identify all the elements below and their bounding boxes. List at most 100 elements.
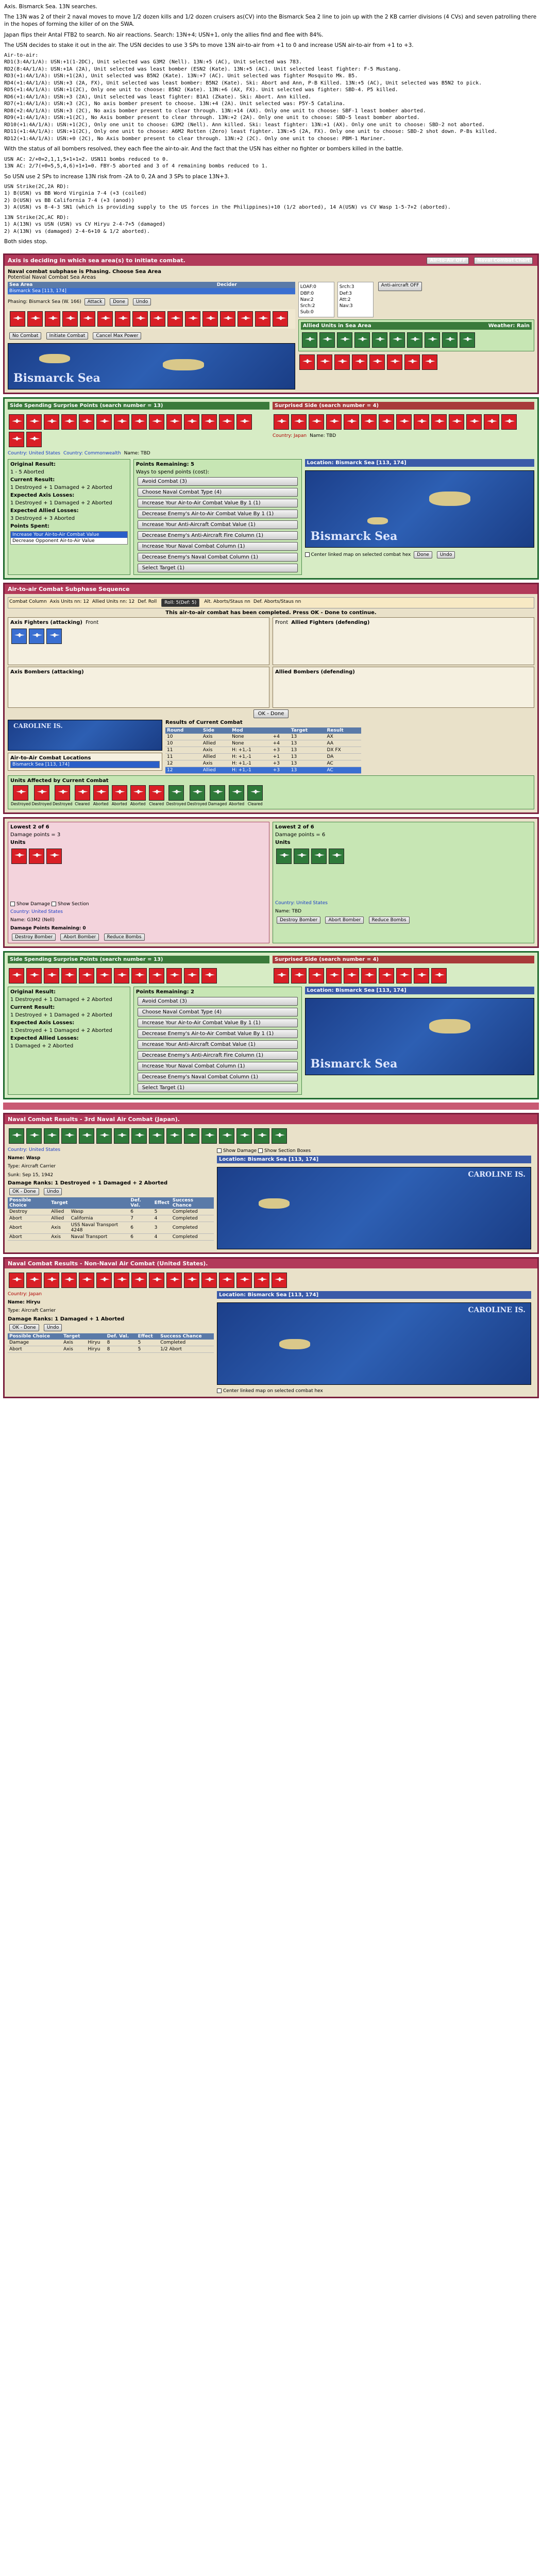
roll-result-button[interactable]: Roll: 5(Def: 5) [161, 598, 200, 607]
unit-counter[interactable] [184, 414, 199, 430]
location-map[interactable]: CAROLINE IS. [217, 1167, 531, 1250]
unit-counter[interactable] [96, 1128, 112, 1144]
unit-counter[interactable] [29, 848, 44, 864]
unit-counter[interactable] [336, 332, 352, 348]
unit-counter[interactable] [166, 1128, 182, 1144]
unit-counter[interactable] [291, 414, 307, 430]
location-map[interactable]: Bismarck Sea [304, 998, 534, 1076]
unit-counter[interactable] [219, 414, 234, 430]
unit-counter[interactable] [301, 332, 317, 348]
undo-button[interactable]: Undo [43, 1324, 62, 1331]
unit-counter[interactable] [44, 1273, 59, 1289]
table-row[interactable]: Destroy Allied Wasp 6 5 Completed [8, 1208, 214, 1215]
show-section-checkbox[interactable] [258, 1148, 263, 1154]
unit-counter[interactable] [11, 628, 27, 644]
unit-counter[interactable] [202, 311, 218, 327]
unit-counter[interactable] [273, 311, 288, 327]
table-row[interactable]: Abort Allied California 7 4 Completed [8, 1215, 214, 1222]
unit-counter[interactable] [79, 968, 94, 984]
option-button[interactable]: Select Target (1) [137, 563, 298, 572]
unit-counter[interactable] [9, 1128, 24, 1144]
unit-counter[interactable] [114, 414, 129, 430]
unit-counter[interactable] [61, 968, 77, 984]
unit-counter[interactable] [149, 1273, 164, 1289]
naval-combat-chart-button[interactable]: Naval Combat Chart [474, 257, 533, 265]
center-map-checkbox[interactable] [304, 552, 310, 557]
unit-counter[interactable] [396, 414, 412, 430]
option-button[interactable]: Decrease Enemy's Air-to-Air Combat Value… [137, 1029, 298, 1039]
unit-counter[interactable] [26, 1273, 42, 1289]
unit-counter[interactable] [354, 332, 370, 348]
unit-counter[interactable] [79, 1128, 94, 1144]
unit-counter[interactable] [326, 414, 342, 430]
unit-counter[interactable] [274, 968, 289, 984]
unit-counter[interactable] [449, 414, 464, 430]
unit-counter[interactable] [166, 968, 182, 984]
location-map[interactable]: Bismarck Sea [304, 470, 534, 548]
table-row[interactable]: Abort Axis Naval Transport 6 4 Completed [8, 1233, 214, 1241]
unit-counter[interactable] [219, 1128, 234, 1144]
attack-button[interactable]: Attack [84, 298, 106, 306]
unit-counter[interactable] [254, 1273, 269, 1289]
unit-counter[interactable] [167, 311, 183, 327]
unit-counter[interactable] [26, 432, 42, 448]
unit-counter[interactable] [61, 1128, 77, 1144]
unit-counter[interactable] [311, 848, 327, 864]
unit-counter[interactable] [276, 848, 292, 864]
air-to-air-toggle[interactable]: Air-to-Air OFF [427, 257, 469, 265]
show-damage-checkbox[interactable] [217, 1148, 222, 1154]
unit-counter[interactable] [210, 785, 226, 801]
location-list-item[interactable]: Bismarck Sea [113, 174] [11, 761, 159, 768]
unit-counter[interactable] [431, 968, 447, 984]
done-button[interactable]: Done [414, 551, 432, 558]
unit-counter[interactable] [272, 1128, 287, 1144]
unit-counter[interactable] [149, 968, 164, 984]
unit-counter[interactable] [238, 311, 253, 327]
unit-counter[interactable] [326, 968, 342, 984]
points-spent-list[interactable]: Increase Your Air-to-Air Combat Value De… [10, 531, 128, 545]
option-button[interactable]: Choose Naval Combat Type (4) [137, 1008, 298, 1017]
unit-counter[interactable] [44, 414, 59, 430]
unit-counter[interactable] [361, 414, 377, 430]
unit-counter[interactable] [369, 354, 385, 370]
unit-counter[interactable] [254, 1128, 269, 1144]
unit-counter[interactable] [396, 968, 412, 984]
unit-counter[interactable] [61, 414, 77, 430]
unit-counter[interactable] [96, 414, 112, 430]
undo-button[interactable]: Undo [43, 1188, 62, 1195]
center-map-checkbox[interactable] [217, 1388, 222, 1394]
unit-counter[interactable] [168, 785, 184, 801]
unit-counter[interactable] [131, 968, 147, 984]
unit-counter[interactable] [9, 1273, 24, 1289]
unit-counter[interactable] [131, 1128, 147, 1144]
unit-counter[interactable] [166, 414, 182, 430]
table-row[interactable]: 12 Axis H: +1,-1 +3 13 AC [165, 760, 361, 767]
unit-counter[interactable] [255, 311, 270, 327]
unit-counter[interactable] [149, 1128, 164, 1144]
unit-counter[interactable] [329, 848, 344, 864]
ok-done-button[interactable]: OK - Done [9, 1324, 39, 1331]
unit-counter[interactable] [132, 311, 148, 327]
unit-counter[interactable] [389, 332, 405, 348]
unit-counter[interactable] [201, 414, 217, 430]
unit-counter[interactable] [309, 414, 324, 430]
unit-counter[interactable] [319, 332, 335, 348]
unit-counter[interactable] [166, 1273, 182, 1289]
unit-counter[interactable] [148, 785, 164, 801]
destroy-bomber-button[interactable]: Destroy Bomber [277, 916, 321, 924]
done-button[interactable]: Done [110, 298, 128, 306]
table-row[interactable]: 10 Allied None +4 13 AA [165, 740, 361, 747]
unit-counter[interactable] [220, 311, 235, 327]
unit-counter[interactable] [361, 968, 377, 984]
option-button[interactable]: Decrease Enemy's Anti-Aircraft Fire Colu… [137, 1051, 298, 1060]
unit-counter[interactable] [309, 968, 324, 984]
undo-button[interactable]: Undo [132, 298, 151, 306]
unit-counter[interactable] [201, 968, 217, 984]
unit-counter[interactable] [150, 311, 165, 327]
table-row[interactable]: 12 Allied H: +1,-1 +3 13 AC [165, 767, 361, 774]
list-item[interactable]: Increase Your Air-to-Air Combat Value [11, 531, 127, 538]
show-section-checkbox[interactable] [52, 901, 56, 906]
unit-counter[interactable] [80, 311, 95, 327]
unit-counter[interactable] [344, 414, 359, 430]
unit-counter[interactable] [10, 311, 25, 327]
